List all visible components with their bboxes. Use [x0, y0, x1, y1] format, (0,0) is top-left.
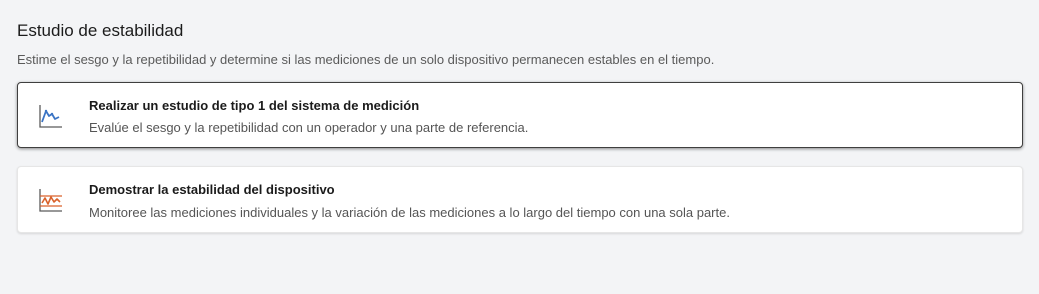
section-title: Estudio de estabilidad — [17, 21, 184, 40]
option-description: Evalúe el sesgo y la repetibilidad con u… — [89, 120, 529, 135]
stability-study-section: Estudio de estabilidad Estime el sesgo y… — [17, 20, 1025, 69]
option-description: Monitoree las mediciones individuales y … — [89, 205, 730, 220]
option-card-gauge-stability[interactable]: Demostrar la estabilidad del dispositivo… — [17, 166, 1023, 233]
control-chart-icon — [37, 186, 63, 214]
option-title: Demostrar la estabilidad del dispositivo — [89, 182, 335, 197]
section-description: Estime el sesgo y la repetibilidad y det… — [17, 52, 715, 67]
run-chart-icon — [37, 102, 63, 130]
option-card-type1-study[interactable]: Realizar un estudio de tipo 1 del sistem… — [17, 82, 1023, 148]
option-title: Realizar un estudio de tipo 1 del sistem… — [89, 98, 420, 113]
